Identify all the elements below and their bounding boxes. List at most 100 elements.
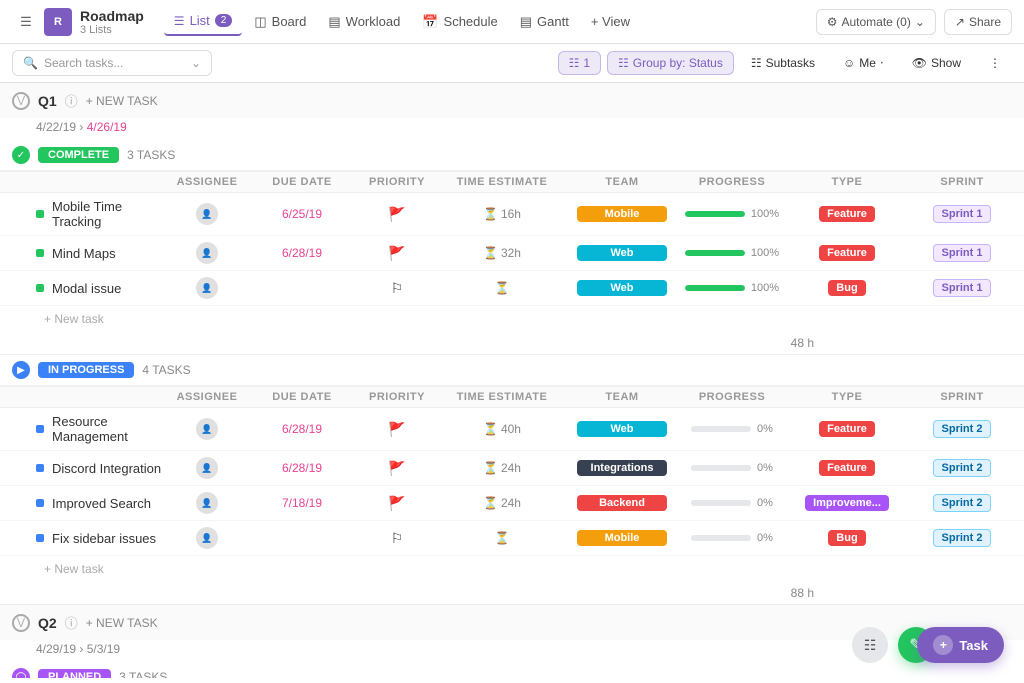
task-sprint: Sprint 1 <box>912 205 1012 223</box>
quarter-q2-toggle[interactable]: ⋁ <box>12 614 30 632</box>
planned-check-icon: ◯ <box>12 668 30 678</box>
avatar: 👤 <box>196 527 218 549</box>
task-team: Web <box>562 245 682 261</box>
task-time: ⏳16h <box>442 207 562 221</box>
col-priority-2: PRIORITY <box>352 391 442 403</box>
task-time: ⏳40h <box>442 422 562 436</box>
task-row[interactable]: Discord Integration 👤 6/28/19 🚩 ⏳24h Int… <box>0 451 1024 486</box>
avatar: 👤 <box>196 457 218 479</box>
task-row[interactable]: Mobile Time Tracking 👤 6/25/19 🚩 ⏳16h Mo… <box>0 193 1024 236</box>
inprogress-new-task-button[interactable]: + New task <box>0 556 1024 582</box>
col-progress-2: PROGRESS <box>682 391 782 403</box>
tab-board[interactable]: ◫ Board <box>244 8 316 36</box>
task-name-mobile-tracking: Mobile Time Tracking <box>36 199 162 229</box>
more-options-button[interactable]: ⋮ <box>978 51 1012 75</box>
col-task-name <box>36 176 162 188</box>
quarter-q2-label: Q2 <box>38 615 57 631</box>
col-type-2: TYPE <box>782 391 912 403</box>
col-assignee: ASSIGNEE <box>162 176 252 188</box>
task-type: Feature <box>782 460 912 476</box>
task-priority: 🚩 <box>352 245 442 262</box>
grid-view-button[interactable]: ☷ <box>852 627 888 663</box>
task-dot <box>36 499 44 507</box>
task-progress: 0% <box>682 423 782 435</box>
fab-plus-icon: + <box>933 635 953 655</box>
task-type: Feature <box>782 206 912 222</box>
toolbar: 🔍 Search tasks... ⌄ ☷ 1 ☷ Group by: Stat… <box>0 44 1024 83</box>
inprogress-badge: IN PROGRESS <box>38 362 134 378</box>
fab-label: Task <box>959 638 988 653</box>
planned-badge: PLANNED <box>38 669 111 678</box>
tab-gantt[interactable]: ▤ Gantt <box>510 8 579 36</box>
task-name-improved-search: Improved Search <box>36 496 162 511</box>
col-progress: PROGRESS <box>682 176 782 188</box>
task-team: Backend <box>562 495 682 511</box>
clock-icon: ⏳ <box>495 531 510 545</box>
task-progress: 0% <box>682 532 782 544</box>
task-row[interactable]: Fix sidebar issues 👤 ⚐ ⏳ Mobile 0% Bug S… <box>0 521 1024 556</box>
tab-list[interactable]: ☰ List 2 <box>164 7 243 36</box>
col-team-2: TEAM <box>562 391 682 403</box>
task-dot <box>36 425 44 433</box>
tab-board-label: Board <box>272 14 307 29</box>
subtasks-label: Subtasks <box>766 56 815 70</box>
share-button[interactable]: ↗ Share <box>944 9 1012 35</box>
filter-icon: ☷ <box>569 56 580 70</box>
task-row[interactable]: Mind Maps 👤 6/28/19 🚩 ⏳32h Web 100% Feat… <box>0 236 1024 271</box>
task-priority: ⚐ <box>352 280 442 297</box>
tab-view-label: + View <box>591 14 630 29</box>
task-progress: 0% <box>682 462 782 474</box>
me-icon: ☺ <box>843 56 855 70</box>
tab-view[interactable]: + View <box>581 8 640 35</box>
task-type: Improveme... <box>782 495 912 511</box>
task-team: Web <box>562 280 682 296</box>
q1-new-task-button[interactable]: + NEW TASK <box>86 94 158 108</box>
complete-col-headers: ASSIGNEE DUE DATE PRIORITY TIME ESTIMATE… <box>0 171 1024 193</box>
me-button[interactable]: ☺ Me ‧ <box>832 51 895 75</box>
subtasks-button[interactable]: ☷ Subtasks <box>740 51 826 75</box>
avatar: 👤 <box>196 418 218 440</box>
col-type: TYPE <box>782 176 912 188</box>
quarter-q2-info: ⓘ <box>65 613 78 632</box>
quarter-q1-toggle[interactable]: ⋁ <box>12 92 30 110</box>
col-time-estimate: TIME ESTIMATE <box>442 176 562 188</box>
search-input[interactable]: 🔍 Search tasks... ⌄ <box>12 50 212 76</box>
filter-button[interactable]: ☷ 1 <box>558 51 601 75</box>
task-row[interactable]: Modal issue 👤 ⚐ ⏳ Web 100% Bug Sprint 1 <box>0 271 1024 306</box>
add-task-fab-button[interactable]: + Task <box>917 627 1004 663</box>
task-team: Integrations <box>562 460 682 476</box>
hamburger-icon[interactable]: ☰ <box>12 8 40 36</box>
task-assignee: 👤 <box>162 418 252 440</box>
avatar: 👤 <box>196 277 218 299</box>
task-progress: 100% <box>682 208 782 220</box>
clock-icon: ⏳ <box>483 246 498 260</box>
content-area: ⋁ Q1 ⓘ + NEW TASK 4/22/19 › 4/26/19 ✓ CO… <box>0 83 1024 678</box>
show-button[interactable]: 👁 Show <box>901 51 972 75</box>
task-time: ⏳32h <box>442 246 562 260</box>
complete-new-task-button[interactable]: + New task <box>0 306 1024 332</box>
show-icon: 👁 <box>912 56 927 70</box>
col-team: TEAM <box>562 176 682 188</box>
task-row[interactable]: Improved Search 👤 7/18/19 🚩 ⏳24h Backend… <box>0 486 1024 521</box>
app-icon: R <box>44 8 72 36</box>
quarter-q1-info: ⓘ <box>65 91 78 110</box>
priority-icon: 🚩 <box>388 245 405 262</box>
col-due-date: DUE DATE <box>252 176 352 188</box>
priority-icon: 🚩 <box>388 421 405 438</box>
q1-date-end: 4/26/19 <box>87 120 127 134</box>
tab-schedule[interactable]: 📅 Schedule <box>412 8 507 36</box>
avatar: 👤 <box>196 492 218 514</box>
col-priority: PRIORITY <box>352 176 442 188</box>
q2-date-start: 4/29/19 <box>36 642 76 656</box>
search-placeholder: Search tasks... <box>44 56 123 70</box>
task-name-mind-maps: Mind Maps <box>36 246 162 261</box>
task-row[interactable]: Resource Management 👤 6/28/19 🚩 ⏳40h Web… <box>0 408 1024 451</box>
tab-workload[interactable]: ▤ Workload <box>318 8 410 36</box>
task-dot <box>36 284 44 292</box>
nav-right: ⚙ Automate (0) ⌄ ↗ Share <box>816 9 1012 35</box>
task-priority: 🚩 <box>352 421 442 438</box>
automate-button[interactable]: ⚙ Automate (0) ⌄ <box>816 9 936 35</box>
q2-new-task-button[interactable]: + NEW TASK <box>86 616 158 630</box>
group-by-button[interactable]: ☷ Group by: Status <box>607 51 734 75</box>
search-chevron: ⌄ <box>191 56 201 70</box>
